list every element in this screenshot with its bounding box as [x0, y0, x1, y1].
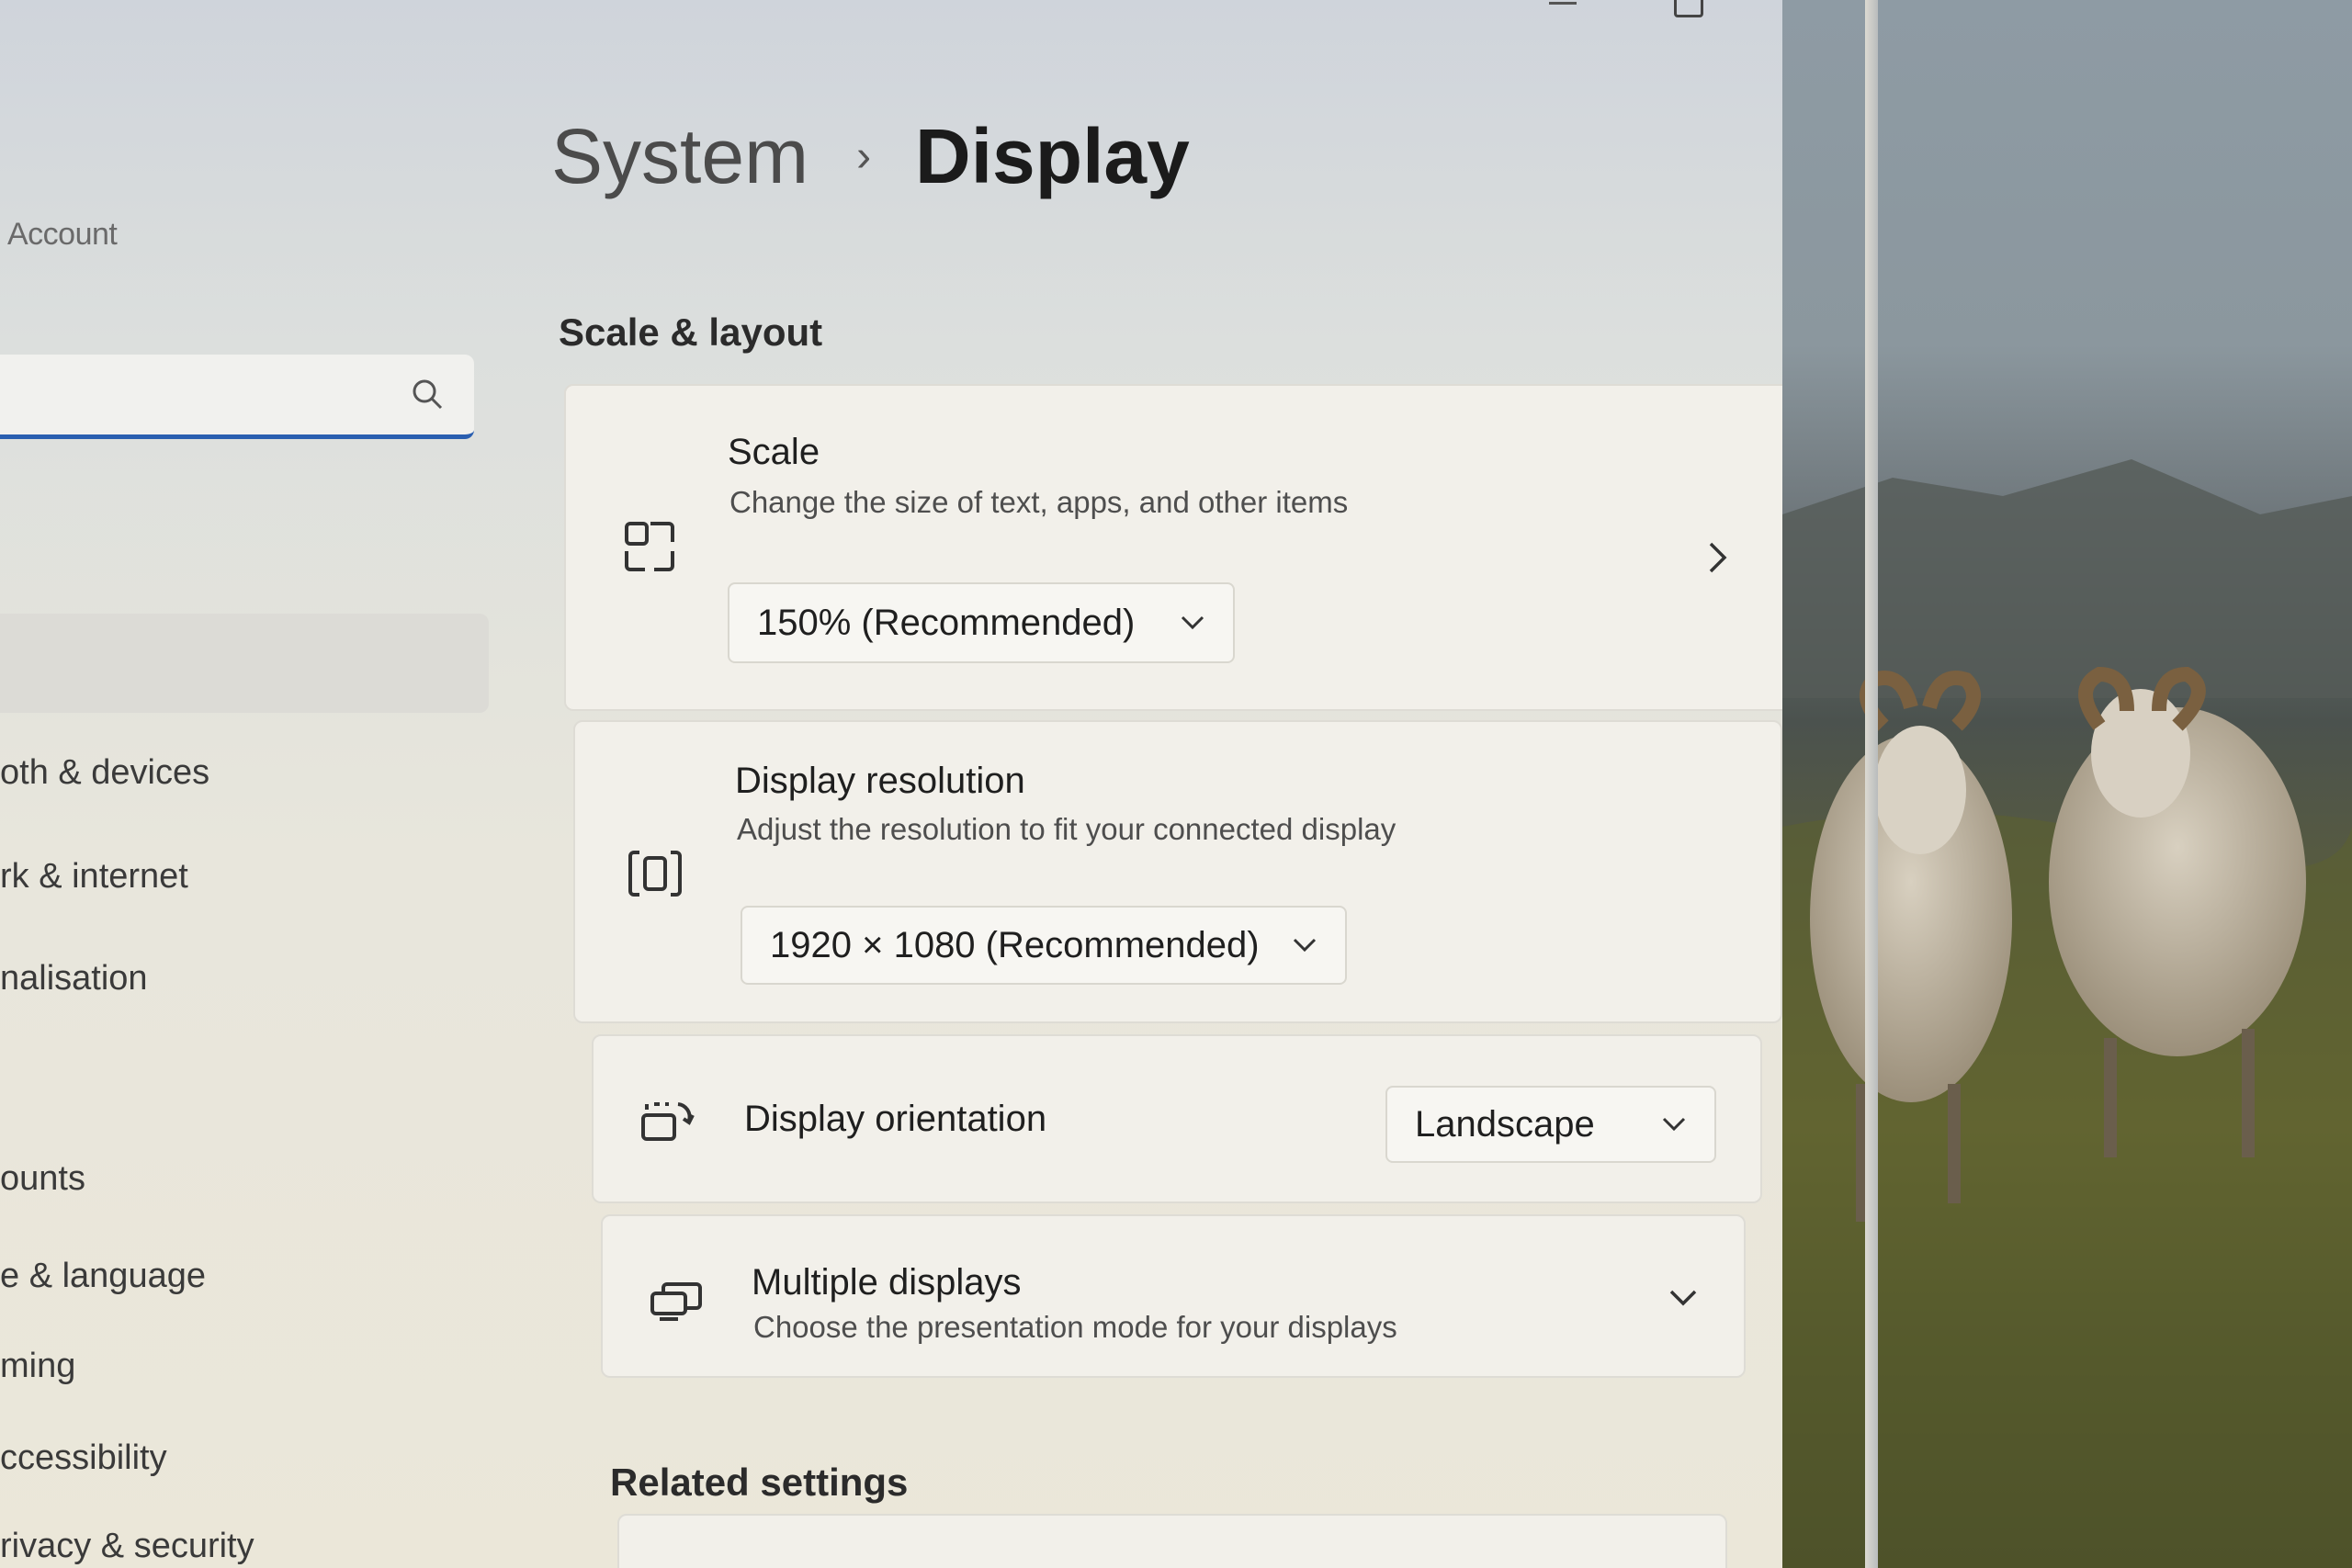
account-label: Account: [7, 217, 118, 252]
settings-window: Account oth & devices rk & internet nali…: [0, 0, 1874, 1568]
orientation-icon: [641, 1102, 695, 1141]
resolution-icon: [628, 851, 682, 897]
sidebar-item-gaming[interactable]: ming: [0, 1347, 75, 1386]
resolution-dropdown[interactable]: 1920 × 1080 (Recommended): [741, 906, 1347, 985]
chevron-right-icon: [1709, 542, 1727, 573]
orientation-title: Display orientation: [744, 1099, 1047, 1139]
multiple-displays-title: Multiple displays: [752, 1262, 1022, 1303]
sidebar-item-time-language[interactable]: e & language: [0, 1257, 206, 1296]
orientation-dropdown[interactable]: Landscape: [1385, 1086, 1716, 1163]
sidebar-item-accounts[interactable]: ounts: [0, 1159, 85, 1199]
maximize-button[interactable]: [1674, 0, 1703, 20]
orientation-dropdown-value: Landscape: [1415, 1103, 1595, 1145]
resolution-title: Display resolution: [735, 761, 1025, 801]
scale-dropdown[interactable]: 150% (Recommended): [728, 582, 1235, 663]
minimize-button[interactable]: [1549, 0, 1580, 20]
sidebar-item-privacy[interactable]: rivacy & security: [0, 1527, 254, 1566]
chevron-down-icon: [1662, 1117, 1686, 1132]
section-related-settings: Related settings: [610, 1461, 909, 1504]
breadcrumb-separator: ›: [856, 132, 872, 181]
chevron-down-icon: [1293, 938, 1317, 953]
sidebar-item-network[interactable]: rk & internet: [0, 857, 188, 897]
scale-title: Scale: [728, 432, 820, 472]
sidebar-item-bluetooth[interactable]: oth & devices: [0, 753, 209, 793]
breadcrumb-system[interactable]: System: [551, 112, 808, 201]
page-title: Display: [915, 113, 1190, 199]
orientation-card: Display orientation Landscape: [592, 1034, 1762, 1203]
sidebar: Account oth & devices rk & internet nali…: [0, 0, 496, 1568]
resolution-card: Display resolution Adjust the resolution…: [573, 720, 1782, 1023]
breadcrumb: System › Display: [551, 112, 1190, 201]
sidebar-item-accessibility[interactable]: ccessibility: [0, 1438, 167, 1478]
scale-dropdown-value: 150% (Recommended): [757, 602, 1136, 643]
chevron-down-icon: [1181, 615, 1204, 630]
multiple-displays-description: Choose the presentation mode for your di…: [753, 1310, 1397, 1344]
resolution-description: Adjust the resolution to fit your connec…: [737, 812, 1396, 846]
resolution-dropdown-value: 1920 × 1080 (Recommended): [770, 924, 1260, 965]
multiple-displays-icon: [650, 1282, 702, 1321]
window-edge: [1865, 0, 1878, 1568]
search-input[interactable]: [0, 355, 474, 439]
scale-card[interactable]: Scale Change the size of text, apps, and…: [564, 384, 1799, 711]
related-settings-card[interactable]: [617, 1514, 1727, 1568]
section-scale-layout: Scale & layout: [559, 310, 823, 354]
chevron-down-icon: [1669, 1290, 1697, 1306]
multiple-displays-card[interactable]: Multiple displays Choose the presentatio…: [601, 1214, 1746, 1378]
sidebar-item-personalisation[interactable]: nalisation: [0, 959, 148, 998]
scale-icon: [625, 522, 674, 571]
scale-description: Change the size of text, apps, and other…: [729, 485, 1349, 519]
sidebar-item-system[interactable]: [0, 614, 489, 713]
search-icon: [413, 379, 443, 410]
